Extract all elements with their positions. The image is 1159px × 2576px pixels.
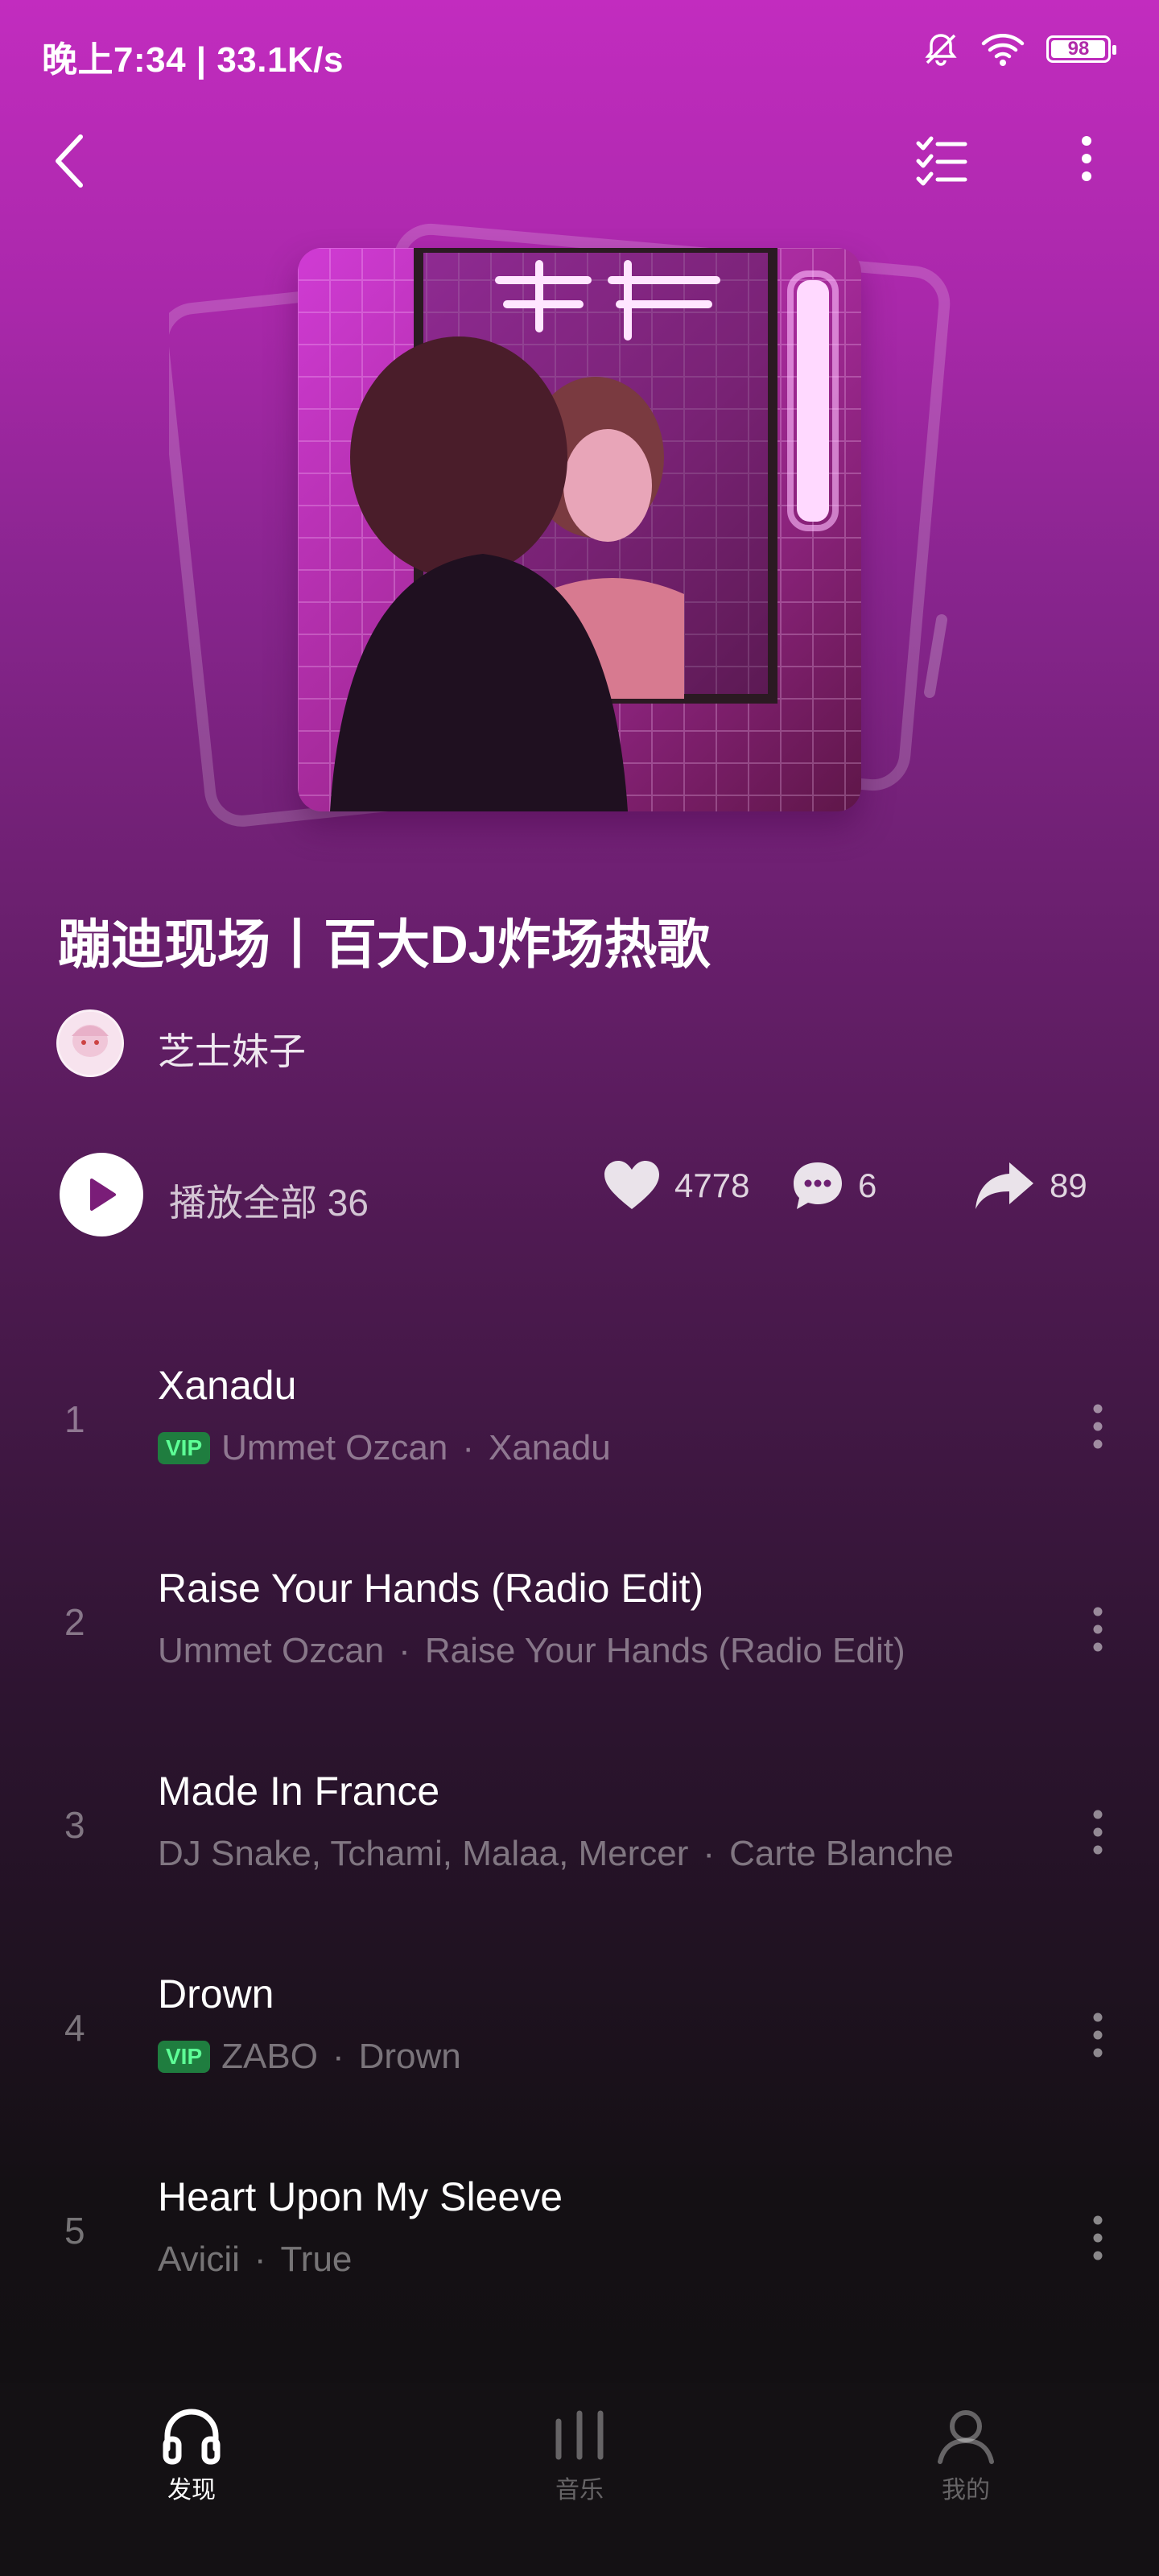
song-number: 3: [64, 1804, 85, 1846]
song-separator: ·: [398, 1631, 410, 1670]
song-row[interactable]: 5 Heart Upon My Sleeve Avicii · True: [0, 2132, 1159, 2334]
more-vert-icon: [1093, 2013, 1103, 2058]
user-icon: [938, 2410, 994, 2464]
more-vert-icon: [1093, 1404, 1103, 1449]
like-button[interactable]: 4778: [602, 1159, 749, 1212]
comment-icon: [794, 1162, 842, 1209]
song-row[interactable]: 4 Drown VIP ZABO · Drown: [0, 1929, 1159, 2132]
song-album: Carte Blanche: [729, 1834, 954, 1873]
tab-discover-label: 发现: [167, 2477, 216, 2504]
tab-mine-label: 我的: [942, 2477, 990, 2504]
vip-badge: VIP: [158, 2041, 211, 2073]
back-button[interactable]: [48, 129, 97, 193]
song-title: Drown: [158, 1971, 274, 2017]
share-button[interactable]: 89: [972, 1159, 1087, 1212]
song-more-button[interactable]: [1082, 1597, 1114, 1662]
song-title: Xanadu: [158, 1363, 297, 1408]
song-number: 2: [64, 1601, 85, 1643]
status-icons: 98: [922, 31, 1116, 68]
song-row[interactable]: 2 Raise Your Hands (Radio Edit) Ummet Ozca…: [0, 1523, 1159, 1726]
play-all-button[interactable]: [60, 1153, 143, 1236]
song-album: True: [280, 2240, 353, 2279]
song-subtitle: VIP Ummet Ozcan · Xanadu: [158, 1428, 611, 1468]
battery-icon: 98: [1046, 35, 1116, 63]
music-bars-icon: [555, 2410, 604, 2460]
like-count: 4778: [674, 1166, 750, 1204]
song-separator: ·: [254, 2240, 266, 2279]
play-all-label[interactable]: 播放全部 36: [169, 1174, 369, 1227]
song-number: 4: [64, 2007, 85, 2049]
more-vert-icon: [1093, 1607, 1103, 1652]
wifi-icon: [981, 34, 1025, 66]
vip-badge: VIP: [158, 1432, 211, 1464]
heart-icon: [604, 1161, 659, 1209]
song-title: Made In France: [158, 1769, 440, 1814]
song-artist: ZABO: [221, 2037, 318, 2076]
more-options-button[interactable]: [1062, 129, 1111, 193]
song-separator: ·: [462, 1428, 474, 1468]
more-vert-icon: [1093, 1810, 1103, 1855]
author-avatar[interactable]: [56, 1009, 124, 1077]
cover-image: [298, 248, 861, 811]
multi-select-button[interactable]: [914, 129, 970, 193]
song-number: 5: [64, 2210, 85, 2252]
play-icon: [90, 1179, 116, 1211]
status-time-speed: 晚上7:34 | 33.1K/s: [42, 40, 344, 80]
song-subtitle: Ummet Ozcan · Raise Your Hands (Radio Edit…: [158, 1631, 905, 1671]
multi-select-icon: [916, 136, 967, 186]
comment-button[interactable]: 6: [790, 1159, 876, 1212]
song-artist: DJ Snake, Tchami, Malaa, Mercer: [158, 1834, 689, 1873]
mute-icon: [925, 34, 957, 66]
playlist-title: 蹦迪现场丨百大DJ炸场热歌: [58, 914, 711, 974]
share-count: 89: [1050, 1166, 1087, 1204]
song-row[interactable]: 3 Made In France DJ Snake, Tchami, Malaa, …: [0, 1726, 1159, 1929]
song-title: Raise Your Hands (Radio Edit): [158, 1566, 704, 1611]
song-subtitle: VIP ZABO · Drown: [158, 2037, 461, 2077]
more-vert-icon: [1093, 2215, 1103, 2260]
song-separator: ·: [703, 1834, 716, 1873]
playlist-cover[interactable]: [169, 217, 958, 845]
song-subtitle: DJ Snake, Tchami, Malaa, Mercer · Carte Bl…: [158, 1834, 954, 1874]
song-artist: Avicii: [158, 2240, 240, 2279]
song-album: Drown: [358, 2037, 461, 2076]
song-subtitle: Avicii · True: [158, 2240, 352, 2280]
song-row[interactable]: 1 Xanadu VIP Ummet Ozcan · Xanadu: [0, 1320, 1159, 1523]
song-more-button[interactable]: [1082, 1394, 1114, 1459]
headphones-icon: [163, 2409, 221, 2465]
share-icon: [975, 1162, 1033, 1209]
song-album: Raise Your Hands (Radio Edit): [424, 1631, 905, 1670]
song-artist: Ummet Ozcan: [221, 1428, 448, 1468]
song-more-button[interactable]: [1082, 1800, 1114, 1864]
author-name[interactable]: 芝士妹子: [158, 1022, 306, 1075]
back-icon: [56, 134, 83, 188]
song-more-button[interactable]: [1082, 2206, 1114, 2270]
song-title: Heart Upon My Sleeve: [158, 2174, 563, 2219]
more-vert-icon: [1082, 136, 1091, 181]
tab-music[interactable]: 音乐: [499, 2407, 660, 2505]
battery-level: 98: [1067, 38, 1090, 60]
comment-count: 6: [858, 1166, 877, 1204]
song-number: 1: [64, 1398, 85, 1440]
tab-mine[interactable]: 我的: [885, 2407, 1046, 2505]
song-more-button[interactable]: [1082, 2003, 1114, 2067]
song-album: Xanadu: [488, 1428, 611, 1468]
song-artist: Ummet Ozcan: [158, 1631, 385, 1670]
tab-music-label: 音乐: [555, 2477, 604, 2504]
tab-discover[interactable]: 发现: [111, 2407, 272, 2505]
song-separator: ·: [332, 2037, 344, 2076]
